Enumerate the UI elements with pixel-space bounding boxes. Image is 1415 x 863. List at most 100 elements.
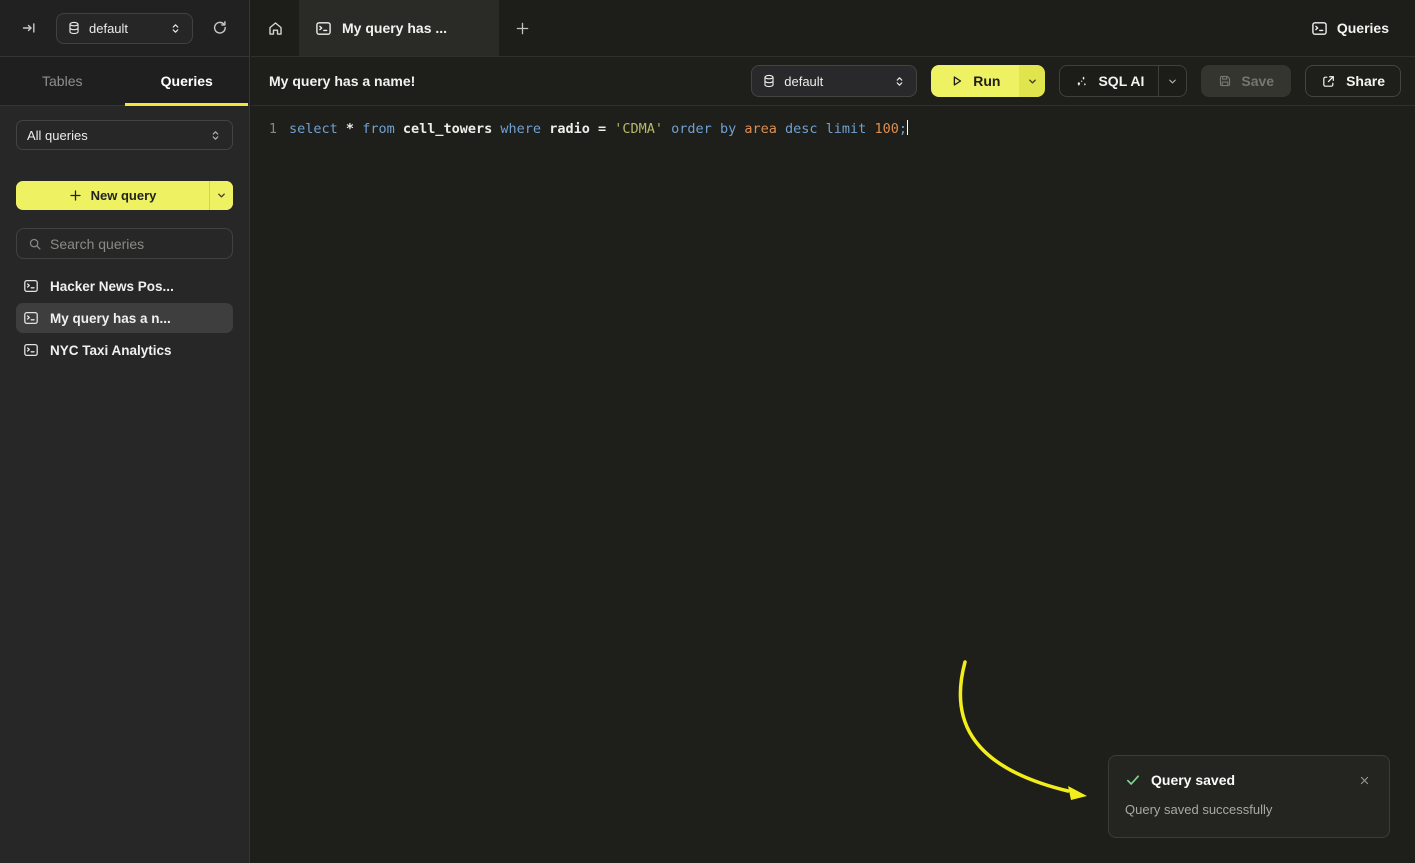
code-token: by xyxy=(720,121,736,137)
chevron-down-icon xyxy=(1167,76,1178,87)
terminal-icon xyxy=(1311,20,1328,37)
code-text: select * from cell_towers where radio = … xyxy=(277,119,908,139)
code-token: radio xyxy=(549,121,590,137)
save-icon xyxy=(1218,74,1232,88)
terminal-icon xyxy=(23,342,39,358)
chevron-updown-icon xyxy=(209,129,222,142)
code-token: limit xyxy=(826,121,867,137)
home-button[interactable] xyxy=(251,0,299,56)
chevron-updown-icon xyxy=(169,22,182,35)
text-caret xyxy=(907,120,909,135)
topbar-database-value: default xyxy=(89,21,161,36)
query-search xyxy=(16,228,233,259)
code-token xyxy=(590,121,598,137)
collapse-sidebar-button[interactable] xyxy=(14,13,44,43)
topbar-spacer xyxy=(545,0,1311,56)
play-icon xyxy=(950,74,964,88)
code-token: * xyxy=(346,121,354,137)
sidebar-content: All queries New query xyxy=(0,106,249,365)
code-token xyxy=(818,121,826,137)
toast-close-button[interactable] xyxy=(1355,771,1373,789)
code-token: select xyxy=(289,121,338,137)
sql-ai-button[interactable]: SQL AI xyxy=(1060,66,1158,96)
code-token: where xyxy=(500,121,541,137)
line-number: 1 xyxy=(251,119,277,139)
plus-icon xyxy=(515,21,530,36)
share-button[interactable]: Share xyxy=(1305,65,1401,97)
code-token xyxy=(395,121,403,137)
check-icon xyxy=(1125,772,1141,788)
code-token: from xyxy=(362,121,395,137)
query-list-item[interactable]: Hacker News Pos... xyxy=(16,271,233,301)
sql-ai-options-button[interactable] xyxy=(1158,66,1186,96)
queries-indicator-label: Queries xyxy=(1337,20,1389,36)
sidebar-tab-queries[interactable]: Queries xyxy=(125,57,250,105)
terminal-icon xyxy=(315,20,332,37)
header-database-selector[interactable]: default xyxy=(751,65,917,97)
share-icon xyxy=(1321,74,1336,89)
toast-title: Query saved xyxy=(1151,772,1345,788)
run-button[interactable]: Run xyxy=(931,65,1019,97)
new-query-label: New query xyxy=(91,188,157,203)
queries-indicator[interactable]: Queries xyxy=(1311,0,1415,56)
plus-icon xyxy=(69,189,82,202)
code-token xyxy=(663,121,671,137)
query-filter-selector[interactable]: All queries xyxy=(16,120,233,150)
code-token: desc xyxy=(785,121,818,137)
new-tab-button[interactable] xyxy=(499,0,545,56)
code-token xyxy=(777,121,785,137)
code-line[interactable]: 1 select * from cell_towers where radio … xyxy=(251,107,1415,139)
sidebar-tabs: Tables Queries xyxy=(0,57,249,106)
code-token: 'CDMA' xyxy=(614,121,663,137)
sidebar-tab-label: Queries xyxy=(161,73,213,89)
collapse-sidebar-icon xyxy=(21,20,37,36)
query-list: Hacker News Pos... My query has a n... NYC… xyxy=(16,271,233,365)
home-icon xyxy=(267,20,284,37)
query-list-item-label: My query has a n... xyxy=(50,311,171,326)
refresh-icon xyxy=(212,20,228,36)
query-list-item[interactable]: My query has a n... xyxy=(16,303,233,333)
chevron-down-icon xyxy=(216,190,227,201)
code-token: area xyxy=(744,121,777,137)
terminal-icon xyxy=(23,278,39,294)
query-filter-value: All queries xyxy=(27,128,201,143)
save-button[interactable]: Save xyxy=(1201,65,1291,97)
topbar-left: default xyxy=(0,0,250,57)
new-query-main[interactable]: New query xyxy=(16,181,209,210)
code-token: ; xyxy=(899,121,907,137)
query-list-item[interactable]: NYC Taxi Analytics xyxy=(16,335,233,365)
terminal-icon xyxy=(23,310,39,326)
sidebar-tab-tables[interactable]: Tables xyxy=(0,57,125,105)
query-title: My query has a name! xyxy=(269,73,737,89)
toast-header: Query saved xyxy=(1125,771,1373,789)
share-button-label: Share xyxy=(1346,73,1385,89)
save-button-label: Save xyxy=(1241,73,1274,89)
code-token: order xyxy=(671,121,712,137)
query-tab[interactable]: My query has ... xyxy=(299,0,499,56)
search-icon xyxy=(28,237,42,251)
query-search-input[interactable] xyxy=(50,236,231,252)
sql-ai-button-group: SQL AI xyxy=(1059,65,1187,97)
run-button-label: Run xyxy=(973,73,1000,89)
sidebar: Tables Queries All queries New query xyxy=(0,57,250,863)
code-token xyxy=(338,121,346,137)
database-icon xyxy=(762,74,776,88)
topbar-right: My query has ... Queries xyxy=(251,0,1415,57)
code-token: = xyxy=(598,121,606,137)
chevron-updown-icon xyxy=(893,75,906,88)
refresh-button[interactable] xyxy=(205,13,235,43)
toast-notification: Query saved Query saved successfully xyxy=(1108,755,1390,838)
topbar-database-selector[interactable]: default xyxy=(56,13,193,44)
code-token xyxy=(712,121,720,137)
run-button-group: Run xyxy=(931,65,1045,97)
header-database-value: default xyxy=(784,74,885,89)
run-options-button[interactable] xyxy=(1019,65,1045,97)
query-list-item-label: NYC Taxi Analytics xyxy=(50,343,172,358)
new-query-dropdown-button[interactable] xyxy=(209,181,233,210)
code-token: 100 xyxy=(874,121,898,137)
sql-editor[interactable]: 1 select * from cell_towers where radio … xyxy=(251,107,1415,863)
new-query-button[interactable]: New query xyxy=(16,181,233,210)
code-token xyxy=(354,121,362,137)
sql-ai-button-label: SQL AI xyxy=(1098,73,1144,89)
toast-message: Query saved successfully xyxy=(1125,802,1373,817)
